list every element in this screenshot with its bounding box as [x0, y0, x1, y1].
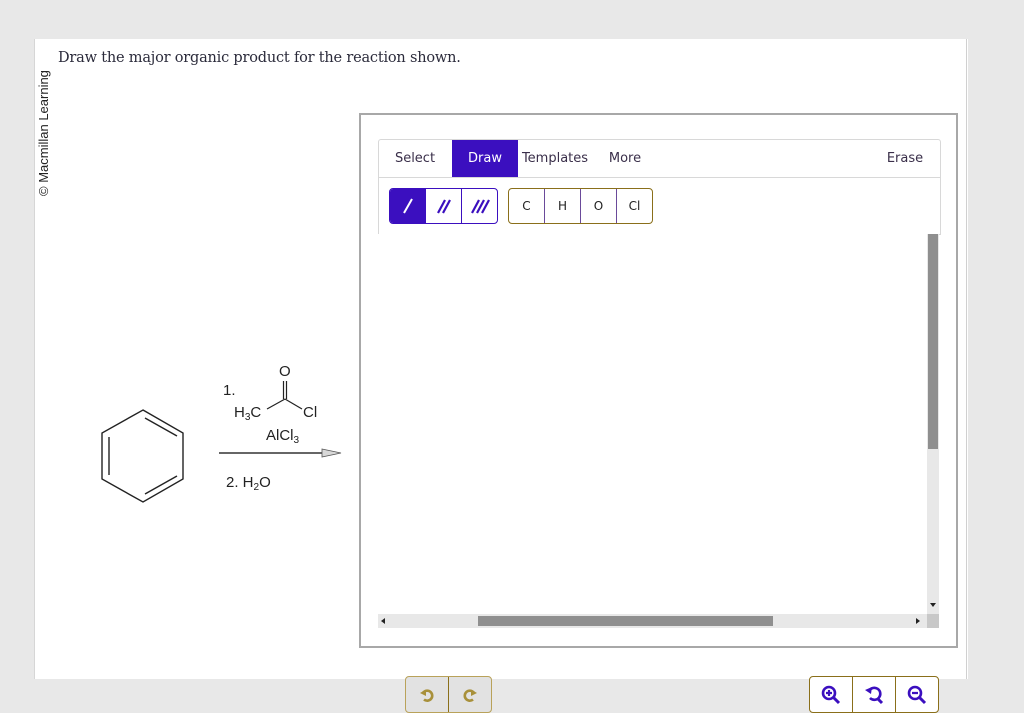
methyl-c: C [250, 404, 262, 421]
zoom-in-button[interactable] [810, 677, 853, 712]
scroll-down-arrow-icon[interactable] [930, 603, 936, 607]
erase-button[interactable]: Erase [877, 140, 933, 177]
step2-prefix: 2. H [226, 474, 254, 491]
catalyst-main: AlCl [266, 427, 294, 444]
scroll-right-arrow-icon[interactable] [916, 618, 920, 624]
reset-zoom-button[interactable] [853, 677, 896, 712]
arrow-head [321, 448, 342, 458]
redo-icon [463, 688, 477, 702]
triple-bond-icon [470, 199, 490, 214]
zoom-controls [809, 676, 939, 713]
double-bond-button[interactable] [426, 189, 462, 223]
benzene-structure [101, 409, 184, 503]
triple-bond-button[interactable] [462, 189, 497, 223]
editor-toolbar: Select Draw Templates More Erase C H O C… [378, 139, 941, 235]
vertical-scrollbar[interactable] [927, 234, 939, 614]
step2-label: 2. H2O [226, 474, 271, 493]
zoom-out-icon [907, 685, 927, 704]
page-divider [966, 39, 967, 679]
zoom-in-icon [821, 685, 841, 704]
acetyl-chloride-bonds [266, 381, 303, 410]
catalyst-subscript: 3 [293, 435, 300, 446]
scroll-left-arrow-icon[interactable] [381, 618, 385, 624]
tab-draw[interactable]: Draw [452, 140, 518, 177]
horizontal-scroll-thumb[interactable] [478, 616, 773, 626]
carbonyl-oxygen: O [279, 363, 291, 380]
zoom-out-button[interactable] [896, 677, 938, 712]
atom-o-button[interactable]: O [581, 189, 617, 223]
bond-tools [389, 188, 498, 224]
tab-more[interactable]: More [599, 140, 651, 177]
tab-templates[interactable]: Templates [518, 140, 592, 177]
c-methyl-bond [266, 398, 286, 410]
horizontal-scrollbar[interactable] [378, 614, 927, 628]
atom-h-button[interactable]: H [545, 189, 581, 223]
catalyst-label: AlCl3 [266, 427, 299, 446]
chlorine-atom: Cl [303, 404, 318, 421]
reset-zoom-icon [865, 686, 884, 704]
atom-tools: C H O Cl [508, 188, 653, 224]
atom-c-button[interactable]: C [509, 189, 545, 223]
double-bond-icon [436, 199, 451, 214]
structure-editor: Select Draw Templates More Erase C H O C… [359, 113, 958, 713]
undo-button[interactable] [406, 677, 449, 712]
methyl-h: H [234, 404, 245, 421]
vertical-scroll-thumb[interactable] [928, 234, 938, 449]
c-cl-bond [284, 398, 303, 410]
step2-suffix: O [259, 474, 271, 491]
step1-label: 1. [223, 382, 236, 399]
single-bond-button[interactable] [390, 189, 426, 223]
benzene-ring [101, 409, 184, 503]
atom-cl-button[interactable]: Cl [617, 189, 652, 223]
reaction-drawing [101, 381, 342, 503]
drawing-canvas[interactable] [378, 234, 939, 713]
undo-icon [420, 688, 434, 702]
redo-button[interactable] [449, 677, 491, 712]
reaction-arrow [219, 448, 342, 458]
scrollbar-corner [927, 614, 939, 628]
single-bond-icon [402, 198, 413, 214]
tab-select[interactable]: Select [379, 140, 451, 177]
methyl-group: H3C [234, 404, 261, 423]
reaction-scheme: 1. O H3C Cl AlCl3 2. H2O [0, 0, 360, 679]
history-controls [405, 676, 492, 713]
editor-tabs: Select Draw Templates More Erase [379, 140, 940, 178]
